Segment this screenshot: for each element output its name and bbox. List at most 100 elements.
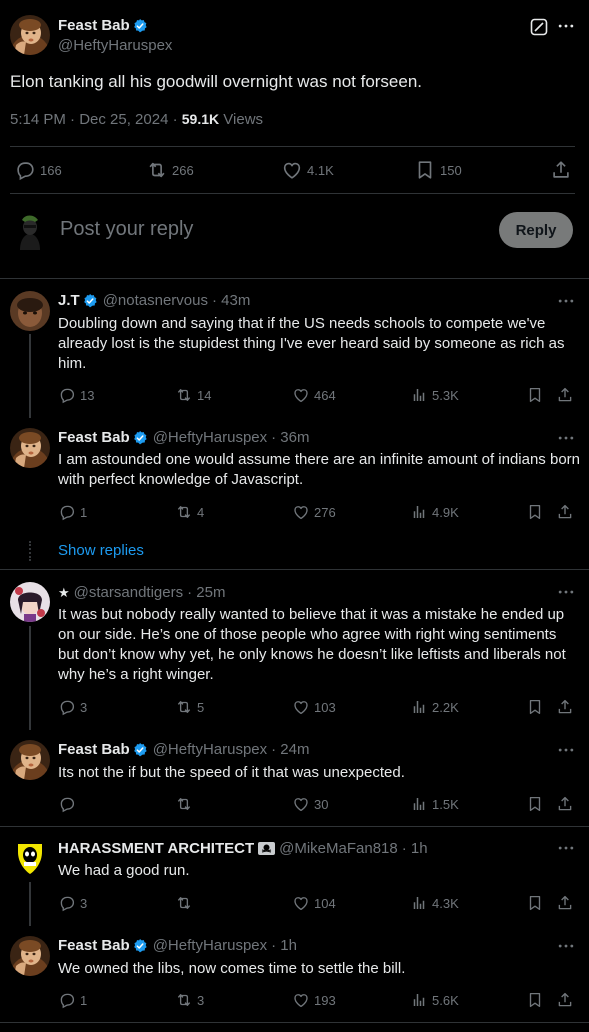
- reply-text: We owned the libs, now comes time to set…: [58, 960, 406, 977]
- repost-action[interactable]: 4: [175, 503, 204, 521]
- views-action[interactable]: 4.9K: [410, 503, 459, 521]
- like-action[interactable]: 104: [292, 894, 336, 912]
- like-action[interactable]: 30: [292, 795, 328, 813]
- repost-icon: [175, 698, 193, 716]
- reply-input[interactable]: Post your reply: [60, 218, 193, 241]
- post-timestamp[interactable]: 5:14 PM · Dec 25, 2024 ·: [10, 111, 182, 128]
- reply-author-handle[interactable]: @HeftyHaruspex: [153, 937, 267, 954]
- reply-author-handle[interactable]: @MikeMaFan818: [279, 840, 398, 857]
- share-icon[interactable]: [556, 698, 574, 716]
- reply-avatar[interactable]: [10, 428, 50, 468]
- share-icon[interactable]: [556, 894, 574, 912]
- bookmark-icon[interactable]: [526, 503, 544, 521]
- like-action[interactable]: 193: [292, 991, 336, 1009]
- star-icon: ★: [58, 584, 70, 600]
- repost-action[interactable]: [175, 894, 197, 912]
- reply-action[interactable]: [58, 795, 80, 813]
- reply-time[interactable]: · 24m: [271, 741, 309, 758]
- verified-badge-icon: [82, 293, 98, 309]
- reply-button[interactable]: Reply: [499, 212, 573, 248]
- more-icon[interactable]: [556, 428, 576, 448]
- reply-action[interactable]: 13: [58, 386, 94, 404]
- reply-avatar[interactable]: [10, 291, 50, 331]
- reply-author-name[interactable]: HARASSMENT ARCHITECT: [58, 840, 254, 857]
- bookmark-icon[interactable]: [526, 894, 544, 912]
- user-avatar[interactable]: [10, 210, 50, 250]
- author-handle[interactable]: @HeftyHaruspex: [58, 37, 172, 54]
- repost-action[interactable]: 266: [146, 159, 194, 181]
- like-count: 464: [314, 387, 336, 403]
- reply-action[interactable]: 1: [58, 991, 87, 1009]
- reply-text: We had a good run.: [58, 862, 190, 879]
- repost-action[interactable]: [175, 795, 197, 813]
- reply-time[interactable]: · 43m: [212, 292, 250, 309]
- show-replies-link[interactable]: Show replies: [58, 542, 144, 559]
- reply-icon: [58, 698, 76, 716]
- reply-time[interactable]: · 1h: [271, 937, 297, 954]
- verified-badge-icon: [132, 938, 148, 954]
- author-name[interactable]: Feast Bab: [58, 17, 130, 34]
- verified-badge-icon: [132, 18, 148, 34]
- reply-author-handle[interactable]: @notasnervous: [103, 292, 208, 309]
- like-icon: [292, 386, 310, 404]
- more-icon[interactable]: [556, 16, 576, 36]
- like-action[interactable]: 464: [292, 386, 336, 404]
- reply-action[interactable]: 166: [14, 159, 62, 181]
- bookmark-icon[interactable]: [526, 795, 544, 813]
- reply-text: Doubling down and saying that if the US …: [58, 315, 565, 372]
- reply-author-name[interactable]: Feast Bab: [58, 429, 130, 446]
- like-action[interactable]: 276: [292, 503, 336, 521]
- repost-action[interactable]: 5: [175, 698, 204, 716]
- reply-action[interactable]: 1: [58, 503, 87, 521]
- like-action[interactable]: 103: [292, 698, 336, 716]
- grok-icon[interactable]: [530, 18, 548, 36]
- reply-author-handle[interactable]: @HeftyHaruspex: [153, 741, 267, 758]
- views-action[interactable]: 5.6K: [410, 991, 459, 1009]
- reply-author-name[interactable]: Feast Bab: [58, 937, 130, 954]
- more-icon[interactable]: [556, 838, 576, 858]
- like-count: 276: [314, 504, 336, 520]
- views-count: 1.5K: [432, 796, 459, 812]
- share-icon[interactable]: [556, 503, 574, 521]
- like-count: 104: [314, 895, 336, 911]
- reply-author-name[interactable]: J.T: [58, 292, 80, 309]
- more-icon[interactable]: [556, 291, 576, 311]
- share-icon[interactable]: [556, 991, 574, 1009]
- views-action[interactable]: 4.3K: [410, 894, 459, 912]
- share-icon[interactable]: [556, 386, 574, 404]
- reply-avatar[interactable]: [10, 582, 50, 622]
- reply-avatar[interactable]: [10, 740, 50, 780]
- views-action[interactable]: 5.3K: [410, 386, 459, 404]
- reply-avatar[interactable]: [10, 838, 50, 878]
- share-icon[interactable]: [556, 795, 574, 813]
- more-icon[interactable]: [556, 582, 576, 602]
- bookmark-icon[interactable]: [526, 698, 544, 716]
- reply-author-handle[interactable]: @HeftyHaruspex: [153, 429, 267, 446]
- like-icon: [292, 894, 310, 912]
- reply-action[interactable]: 3: [58, 894, 87, 912]
- reply-action[interactable]: 3: [58, 698, 87, 716]
- reply-avatar[interactable]: [10, 936, 50, 976]
- views-icon: [410, 503, 428, 521]
- bookmark-icon[interactable]: [526, 386, 544, 404]
- reply-author-handle[interactable]: @starsandtigers: [74, 584, 183, 601]
- reply-time[interactable]: · 25m: [187, 584, 225, 601]
- like-icon: [281, 159, 303, 181]
- more-icon[interactable]: [556, 936, 576, 956]
- views-count: 2.2K: [432, 699, 459, 715]
- like-action[interactable]: 4.1K: [281, 159, 334, 181]
- bookmark-action[interactable]: 150: [414, 159, 462, 181]
- views-action[interactable]: 1.5K: [410, 795, 459, 813]
- reply-time[interactable]: · 1h: [402, 840, 428, 857]
- more-icon[interactable]: [556, 740, 576, 760]
- repost-action[interactable]: 14: [175, 386, 211, 404]
- author-avatar[interactable]: [10, 15, 50, 55]
- like-icon: [292, 698, 310, 716]
- share-icon[interactable]: [550, 159, 572, 181]
- bookmark-icon[interactable]: [526, 991, 544, 1009]
- reply-author-name[interactable]: Feast Bab: [58, 741, 130, 758]
- reply-time[interactable]: · 36m: [271, 429, 309, 446]
- repost-action[interactable]: 3: [175, 991, 204, 1009]
- views-action[interactable]: 2.2K: [410, 698, 459, 716]
- repost-icon: [146, 159, 168, 181]
